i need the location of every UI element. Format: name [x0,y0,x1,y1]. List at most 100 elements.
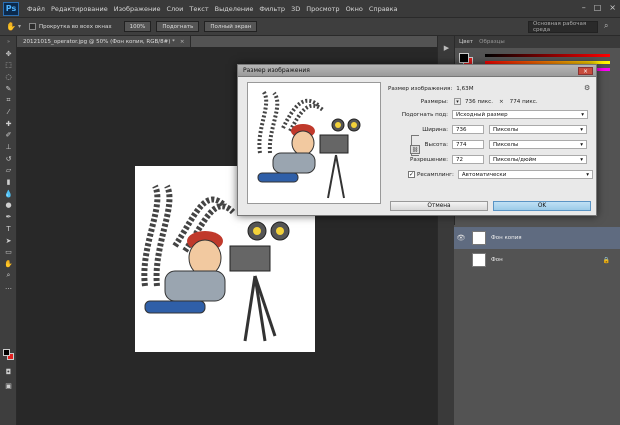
crop-tool-icon[interactable]: ⌗ [0,94,17,106]
hand-tool-icon[interactable]: ✋ [0,258,17,270]
resolution-row: Разрешение: 72 Пикселы/дюйм ▾ [388,155,593,164]
chevron-down-icon: ▾ [580,141,583,148]
cancel-button[interactable]: Отмена [390,201,488,211]
foreground-color-swatch[interactable] [3,349,10,356]
history-panel-icon[interactable]: ▶ [438,42,455,54]
eyedropper-tool-icon[interactable]: ⁄ [0,106,17,118]
chevron-down-icon: ▾ [580,126,583,133]
type-tool-icon[interactable]: T [0,223,17,235]
dimensions-label: Размеры: [420,98,448,105]
link-chain-icon[interactable]: ⛓ [410,145,420,154]
color-panel-tabs: Цвет Образцы [455,36,620,48]
minimize-icon[interactable]: – [582,3,586,12]
menu-edit[interactable]: Редактирование [51,5,108,13]
menu-select[interactable]: Выделение [215,5,254,13]
history-brush-tool-icon[interactable]: ↺ [0,153,17,165]
menu-bar: Ps Файл Редактирование Изображение Слои … [0,0,620,17]
maximize-icon[interactable]: □ [594,3,602,12]
scroll-all-label: Прокрутка во всех окнах [38,23,112,30]
collapse-icon[interactable]: » [0,36,17,48]
dialog-title: Размер изображения [238,65,596,77]
fit-to-value: Исходный размер [456,111,508,118]
width-input[interactable]: 736 [452,125,484,134]
lock-icon: 🔒 [602,256,610,264]
menu-view[interactable]: Просмотр [306,5,339,13]
width-row: Ширина: 736 Пикселы ▾ [388,125,593,134]
width-unit-value: Пикселы [493,126,519,133]
width-unit-select[interactable]: Пикселы ▾ [489,125,587,134]
tool-preset-chevron-icon[interactable]: ▾ [18,23,21,30]
tab-swatches[interactable]: Образцы [479,39,505,45]
height-unit-select[interactable]: Пикселы ▾ [489,140,587,149]
layer-name[interactable]: Фон копия [491,235,522,241]
gradient-tool-icon[interactable]: ▮ [0,176,17,188]
tab-color[interactable]: Цвет [459,39,473,45]
workspace-select[interactable]: Основная рабочая среда [528,21,598,33]
height-input[interactable]: 774 [452,140,484,149]
blur-tool-icon[interactable]: 💧 [0,188,17,200]
fit-to-row: Подогнать под: Исходный размер ▾ [388,110,593,119]
layer-row[interactable]: Фон 🔒 [454,249,620,271]
menu-filter[interactable]: Фильтр [259,5,285,13]
scroll-all-checkbox[interactable] [28,23,36,30]
menu-type[interactable]: Текст [189,5,208,13]
menu-help[interactable]: Справка [369,5,398,13]
resolution-input[interactable]: 72 [452,155,484,164]
image-preview[interactable] [247,82,381,204]
chevron-down-icon: ▾ [581,111,584,118]
foreground-color-chip[interactable] [459,53,469,63]
fit-to-label: Подогнать под: [401,111,448,118]
photoshop-window: Ps Файл Редактирование Изображение Слои … [0,0,620,425]
menu-file[interactable]: Файл [27,5,45,13]
resolution-unit-select[interactable]: Пикселы/дюйм ▾ [489,155,587,164]
resample-checkbox[interactable]: ✓ [408,171,415,178]
close-icon[interactable]: × [609,3,616,12]
tools-panel: » ✥ ⬚ ◌ ✎ ⌗ ⁄ ✚ ✐ ⊥ ↺ ▱ ▮ 💧 ● ✒ T ➤ ▭ ✋ … [0,36,17,425]
resample-row: ✓ Ресамплинг: Автоматически ▾ [388,170,593,179]
dialog-settings-gear-icon[interactable]: ⚙ [584,84,590,92]
tab-close-icon[interactable]: × [180,39,185,45]
full-screen-button[interactable]: Полный экран [204,21,258,32]
resample-value: Автоматически [461,171,507,178]
dialog-close-button[interactable]: × [578,67,593,75]
visibility-eye-icon[interactable]: 👁 [454,234,468,242]
healing-tool-icon[interactable]: ✚ [0,118,17,130]
menu-3d[interactable]: 3D [291,5,300,13]
image-size-row: Размер изображения: 1,63М [388,86,588,92]
dimensions-dropdown-icon[interactable]: ▾ [454,98,461,105]
path-select-tool-icon[interactable]: ➤ [0,235,17,247]
quick-mask-icon[interactable]: ◘ [0,366,17,378]
eraser-tool-icon[interactable]: ▱ [0,165,17,177]
zoom-tool-icon[interactable]: ⌕ [0,270,17,282]
resample-select[interactable]: Автоматически ▾ [457,170,593,179]
menu-image[interactable]: Изображение [114,5,161,13]
search-icon[interactable]: ⌕ [604,21,614,31]
pen-tool-icon[interactable]: ✒ [0,211,17,223]
menu-layers[interactable]: Слои [166,5,183,13]
dimensions-row: Размеры: ▾ 736 пикс. × 774 пикс. [388,98,588,105]
document-tab-title: 20121015_operator.jpg @ 50% (Фон копия, … [23,38,175,45]
stamp-tool-icon[interactable]: ⊥ [0,141,17,153]
layer-row[interactable]: 👁 Фон копия [454,227,620,249]
marquee-tool-icon[interactable]: ⬚ [0,59,17,71]
ok-button[interactable]: OK [493,201,591,211]
fit-to-select[interactable]: Исходный размер ▾ [452,110,588,119]
fit-screen-button[interactable]: Подогнать [156,21,200,32]
lasso-tool-icon[interactable]: ◌ [0,71,17,83]
quick-select-tool-icon[interactable]: ✎ [0,83,17,95]
screen-mode-icon[interactable]: ▣ [0,380,17,392]
shape-tool-icon[interactable]: ▭ [0,246,17,258]
edit-toolbar-icon[interactable]: … [0,281,17,293]
hand-tool-icon[interactable]: ✋ [6,22,16,31]
dodge-tool-icon[interactable]: ● [0,200,17,212]
preview-cartoon-image [257,89,361,199]
brush-tool-icon[interactable]: ✐ [0,130,17,142]
zoom-100-button[interactable]: 100% [123,21,152,32]
document-tab[interactable]: 20121015_operator.jpg @ 50% (Фон копия, … [17,36,192,47]
layer-name[interactable]: Фон [491,257,503,263]
dimensions-width-value: 736 пикс. [465,98,493,105]
menu-window[interactable]: Окно [346,5,363,13]
red-slider[interactable] [485,54,610,57]
move-tool-icon[interactable]: ✥ [0,48,17,60]
chevron-down-icon: ▾ [580,156,583,163]
